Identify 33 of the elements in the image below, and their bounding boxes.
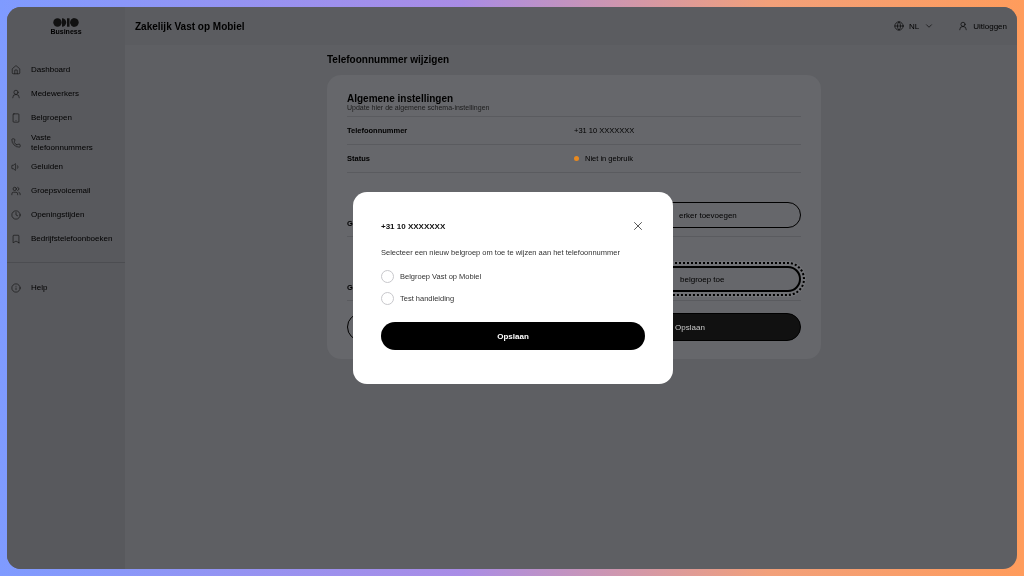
user-icon — [958, 21, 969, 31]
logout-button[interactable]: Uitloggen — [958, 21, 1007, 31]
sidebar-item[interactable]: Medewerkers — [11, 85, 125, 103]
close-icon — [631, 219, 645, 233]
home-icon — [11, 65, 21, 75]
phone-icon — [11, 137, 21, 148]
sidebar-item[interactable]: Bedrijfstelefoonboeken — [11, 230, 125, 249]
sidebar-item[interactable]: Geluiden — [11, 158, 125, 177]
radio-button[interactable] — [381, 269, 394, 283]
smartphone-icon — [11, 113, 21, 123]
sidebar-item[interactable]: Dashboard — [11, 61, 125, 79]
bookmark-icon — [11, 234, 21, 245]
chevron-down-icon — [924, 21, 935, 31]
page-title: Telefoonnummer wijzigen — [327, 54, 451, 65]
language-selector[interactable]: NL — [893, 21, 935, 31]
user-icon — [11, 89, 21, 99]
sidebar-item[interactable]: Help — [11, 279, 125, 298]
speaker-icon — [11, 162, 21, 173]
modal-title: +31 10 XXXXXXX — [381, 221, 446, 231]
logo-icon — [53, 17, 79, 27]
sidebar-item[interactable]: Belgroepen — [11, 109, 125, 127]
card-title: Algemene instellingen — [347, 93, 454, 104]
sidebar-item[interactable]: Openingstijden — [11, 206, 125, 225]
save-button[interactable]: Opslaan — [381, 322, 645, 350]
clock-icon — [11, 210, 21, 221]
info-icon — [11, 283, 21, 294]
app-title: Zakelijk Vast op Mobiel — [135, 20, 246, 32]
sidebar-item[interactable]: Groepsvoicemail — [11, 182, 125, 201]
users-icon — [11, 186, 21, 197]
sidebar-item[interactable]: Vaste telefoonnummers — [11, 133, 125, 153]
globe-icon — [893, 21, 904, 31]
close-button[interactable] — [631, 219, 645, 233]
radio-button[interactable] — [381, 291, 394, 305]
